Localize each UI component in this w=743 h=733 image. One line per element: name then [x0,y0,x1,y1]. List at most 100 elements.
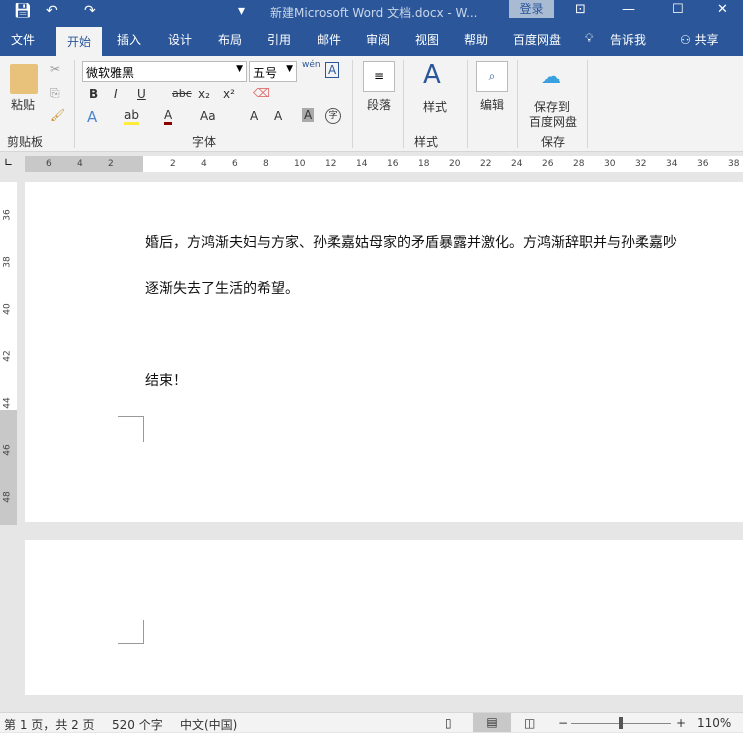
tab-references[interactable]: 引用 [267,31,291,48]
read-mode-icon[interactable]: ▯ [445,716,452,730]
print-layout-icon[interactable]: ▤ [473,713,511,732]
paragraph[interactable]: 婚后，方鸿渐夫妇与方家、孙柔嘉姑母家的矛盾暴露并激化。方鸿渐辞职并与孙柔嘉吵 [145,232,677,252]
zoom-level[interactable]: 110% [697,716,731,730]
customize-quick-access-icon[interactable]: ▾ [238,3,245,19]
paragraph[interactable]: 结束！ [145,370,187,390]
copy-icon[interactable]: ⎘ [50,86,60,101]
ruler-tick: 36 [697,159,709,169]
redo-icon[interactable]: ↷ [84,3,96,19]
underline-button[interactable]: U [137,87,146,101]
ruler-tick: 44 [2,397,13,409]
web-layout-icon[interactable]: ◫ [524,716,535,730]
ruler-tick: 22 [480,159,492,169]
font-name-select[interactable]: 微软雅黑 ▼ [82,61,247,82]
document-page-2[interactable] [25,540,743,695]
format-painter-icon[interactable]: 🖌︎ [50,108,65,122]
italic-button[interactable]: I [114,87,118,101]
enclose-characters-button[interactable]: 字 [325,108,341,124]
highlight-icon[interactable]: ab [124,108,139,125]
tab-mailings[interactable]: 邮件 [317,31,341,48]
change-case-button[interactable]: Aa [200,109,216,123]
ruler-tick: 4 [77,159,83,169]
page-count[interactable]: 第 1 页，共 2 页 [4,716,95,733]
ruler-tick: 38 [2,256,13,268]
clipboard-group-label: 剪贴板 [7,135,44,149]
tab-design[interactable]: 设计 [168,31,192,48]
tab-help[interactable]: 帮助 [464,31,488,48]
ribbon: 粘贴 ✂ ⎘ 🖌︎ 剪贴板 微软雅黑 ▼ 五号 ▼ wén A B I U abc … [0,56,743,152]
styles-button[interactable]: 样式 [423,98,447,115]
ruler-tick: 42 [2,350,13,362]
bold-button[interactable]: B [89,87,98,101]
paragraph-icon[interactable]: ≡ [363,61,395,92]
strikethrough-button[interactable]: abc [172,87,192,100]
save-group-label: 保存 [541,135,566,149]
zoom-out-button[interactable]: − [558,716,568,730]
character-shading-button[interactable]: A [302,108,315,122]
close-icon[interactable]: ✕ [717,2,728,17]
font-name-value: 微软雅黑 [86,66,135,80]
ribbon-tabs: 文件 开始 插入 设计 布局 引用 邮件 审阅 视图 帮助 百度网盘 💡︎ 告诉… [0,25,743,56]
character-border-icon[interactable]: A [325,62,340,78]
font-size-select[interactable]: 五号 ▼ [249,61,297,82]
editing-button[interactable]: 编辑 [480,96,504,113]
zoom-slider-thumb[interactable] [619,717,623,729]
ruler-tick: 38 [728,159,740,169]
language[interactable]: 中文(中国) [180,716,237,733]
word-count[interactable]: 520 个字 [112,716,163,733]
clear-formatting-icon[interactable]: ⌫ [253,86,270,100]
ruler-tick: 40 [2,303,13,315]
minimize-icon[interactable]: — [622,2,635,17]
font-group-label: 字体 [192,135,217,149]
tell-me[interactable]: 告诉我 [610,31,646,48]
ruler-tick: 30 [604,159,616,169]
login-button[interactable]: 登录 [509,0,554,18]
ruler-tick: 16 [387,159,399,169]
superscript-button[interactable]: x² [223,87,235,101]
baidu-label[interactable]: 百度网盘 [529,113,577,130]
tab-insert[interactable]: 插入 [117,31,141,48]
person-icon: ⚇ [680,33,691,47]
subscript-button[interactable]: x₂ [198,87,210,101]
ruler-tick: 36 [2,209,13,221]
tab-home[interactable]: 开始 [56,27,103,56]
text-effects-icon[interactable]: A [87,108,97,126]
window-title: 新建Microsoft Word 文档.docx - W... [270,6,478,20]
save-icon[interactable]: 💾︎ [14,3,32,19]
styles-icon[interactable]: A [423,60,441,90]
ruler-tick: 2 [170,159,176,169]
margin-mark [118,620,144,644]
ruler-tick: 10 [294,159,306,169]
tab-baidu[interactable]: 百度网盘 [513,31,561,48]
tab-selector-icon[interactable]: ∟ [4,156,13,169]
ruler-tick: 6 [46,159,52,169]
styles-group-label: 样式 [414,135,439,149]
tab-view[interactable]: 视图 [415,31,439,48]
cut-icon[interactable]: ✂ [50,62,60,76]
share-button[interactable]: ⚇ 共享 [680,31,719,48]
ribbon-display-icon[interactable]: ⊡ [575,2,586,17]
paste-icon[interactable] [10,64,38,94]
font-color-icon[interactable]: A [164,108,173,125]
horizontal-ruler[interactable]: ∟ 6 4 2 2 4 6 8 10 12 14 16 18 20 22 24 26 28 30 32 34 36 38 [0,153,743,175]
tab-layout[interactable]: 布局 [218,31,242,48]
vertical-ruler[interactable]: 36 38 40 42 44 46 48 [0,182,17,525]
shrink-font-button[interactable]: A [274,109,282,123]
grow-font-button[interactable]: A [250,109,258,123]
ruler-tick: 46 [2,444,13,456]
tab-review[interactable]: 审阅 [366,31,390,48]
ruler-tick: 14 [356,159,368,169]
zoom-in-button[interactable]: + [676,716,686,730]
paste-button[interactable]: 粘贴 [11,96,35,113]
ruler-tick: 20 [449,159,461,169]
baidu-cloud-icon[interactable]: ☁ [541,64,561,88]
paragraph[interactable]: 逐渐失去了生活的希望。 [145,278,299,298]
maximize-icon[interactable]: ☐ [672,2,684,17]
phonetic-guide-icon[interactable]: wén [302,60,321,70]
ruler-tick: 24 [511,159,523,169]
tab-file[interactable]: 文件 [11,31,35,48]
paragraph-button[interactable]: 段落 [367,96,391,113]
search-icon[interactable]: ⌕ [476,61,508,92]
ruler-tick: 48 [2,491,13,503]
undo-icon[interactable]: ↶ [46,3,58,19]
